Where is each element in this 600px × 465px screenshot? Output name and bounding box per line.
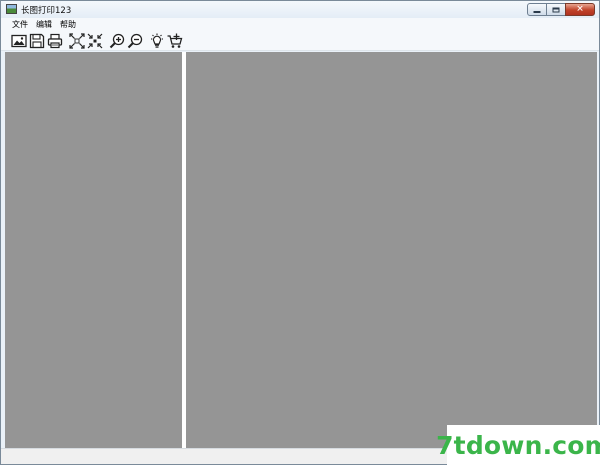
zoom-out-icon	[127, 33, 143, 48]
cart-button[interactable]	[166, 32, 184, 50]
save-icon	[29, 33, 45, 48]
maximize-icon	[552, 7, 560, 12]
fit-to-window-icon	[69, 32, 85, 49]
close-icon: ✕	[576, 4, 584, 14]
window-title: 长图打印123	[21, 6, 72, 16]
menu-edit[interactable]: 编辑	[32, 18, 56, 31]
print-icon	[47, 33, 63, 48]
menu-file[interactable]: 文件	[8, 18, 32, 31]
open-image-icon	[11, 34, 27, 47]
print-button[interactable]	[46, 32, 64, 50]
toolbar	[1, 31, 599, 51]
app-window: 长图打印123 ✕ 文件 编辑 帮助	[0, 0, 600, 465]
menu-help[interactable]: 帮助	[56, 18, 80, 31]
actual-size-button[interactable]	[86, 32, 104, 50]
preview-pane[interactable]	[186, 52, 597, 448]
zoom-in-icon	[109, 33, 125, 48]
zoom-out-button[interactable]	[126, 32, 144, 50]
maximize-button[interactable]	[546, 3, 566, 16]
fit-to-window-button[interactable]	[68, 32, 86, 50]
menu-bar: 文件 编辑 帮助	[1, 18, 599, 31]
title-bar[interactable]: 长图打印123 ✕	[1, 1, 599, 18]
minimize-icon	[533, 10, 541, 13]
idea-bulb-icon	[151, 33, 163, 48]
site-watermark: 7tdown.com	[436, 425, 600, 465]
minimize-button[interactable]	[527, 3, 547, 16]
idea-button[interactable]	[148, 32, 166, 50]
actual-size-icon	[87, 33, 103, 48]
add-to-cart-icon	[167, 33, 183, 48]
close-button[interactable]: ✕	[565, 3, 595, 16]
window-controls: ✕	[527, 3, 595, 17]
open-image-button[interactable]	[10, 32, 28, 50]
zoom-in-button[interactable]	[108, 32, 126, 50]
thumbnail-pane[interactable]	[5, 52, 182, 448]
save-button[interactable]	[28, 32, 46, 50]
app-icon	[6, 4, 17, 14]
watermark-text: 7tdown.com	[436, 430, 600, 460]
